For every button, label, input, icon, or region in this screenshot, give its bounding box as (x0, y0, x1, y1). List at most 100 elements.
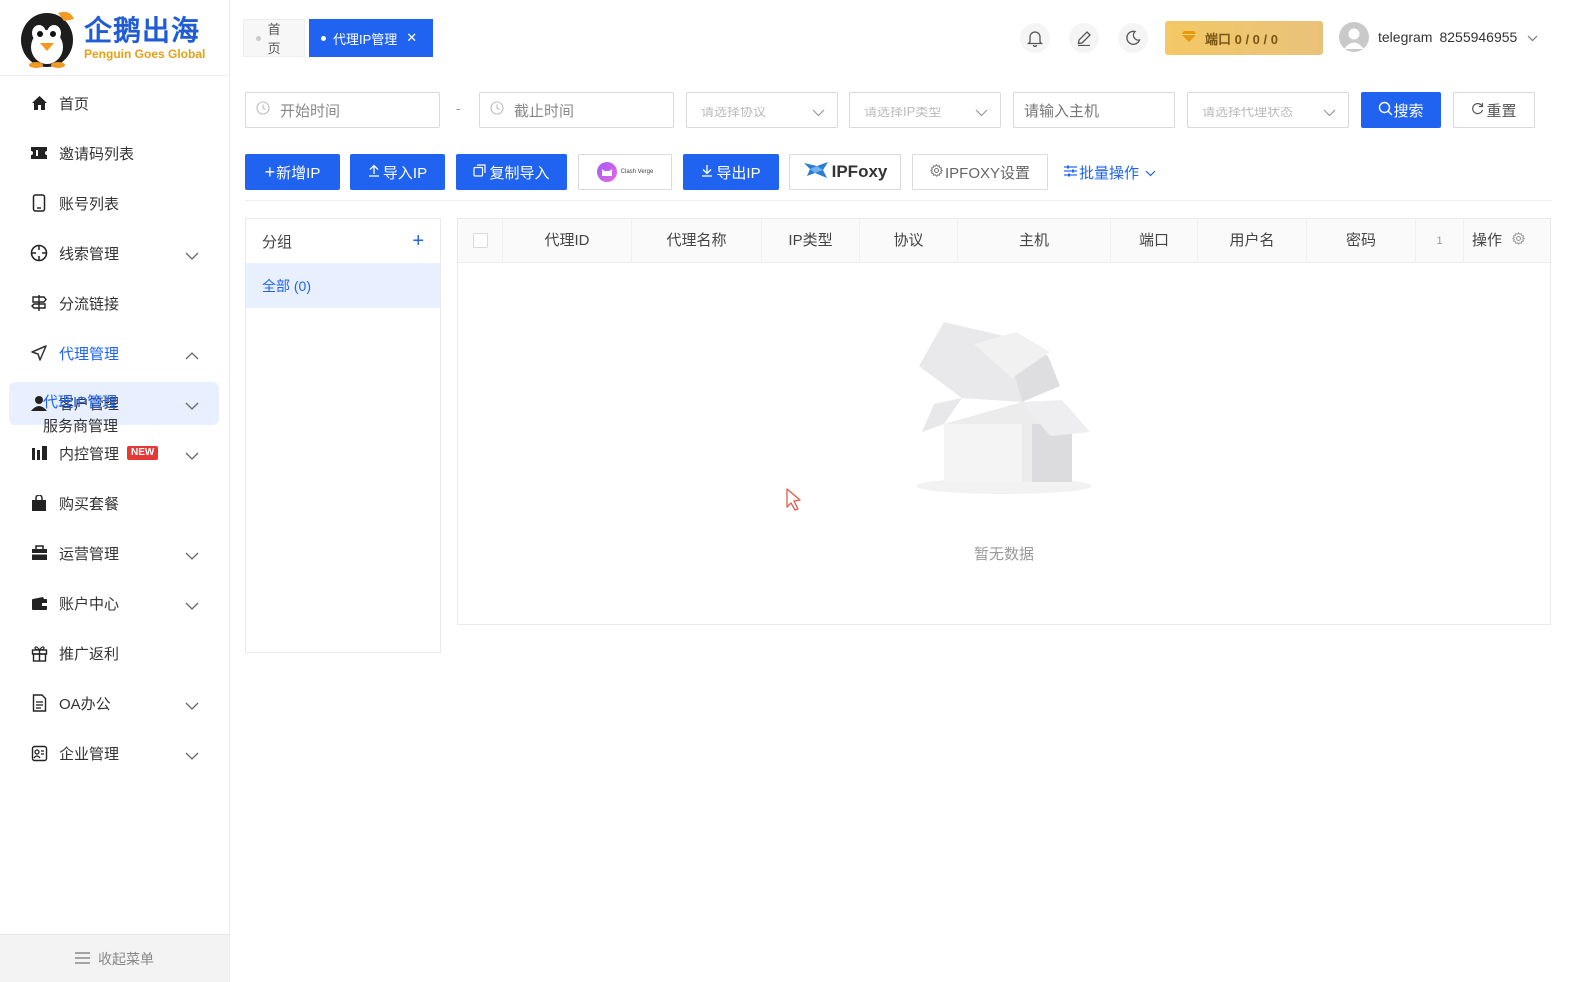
start-time-picker[interactable]: 开始时间 (245, 92, 440, 128)
sidebar-item-account-center[interactable]: 账户中心 (0, 578, 229, 628)
group-item-all[interactable]: 全部 (0) (246, 263, 440, 308)
sidebar-subitem-proxy-ip[interactable]: 代理IP管理 (43, 391, 117, 412)
sidebar-item-label: 运营管理 (59, 545, 120, 563)
sidebar-item-accounts[interactable]: 账号列表 (0, 178, 229, 228)
chevron-down-icon (185, 697, 199, 714)
sidebar-item-leads[interactable]: 线索管理 (0, 228, 229, 278)
bag-icon (30, 494, 48, 512)
penguin-logo-icon (18, 7, 78, 69)
batch-operations-label: 批量操作 (1078, 164, 1139, 182)
ip-type-select[interactable]: 请选择IP类型 (849, 92, 1001, 128)
chevron-down-icon (185, 547, 199, 564)
mouse-pointer-icon (783, 487, 807, 519)
collapse-menu-button[interactable]: 收起菜单 (0, 934, 229, 982)
sidebar-item-oa[interactable]: OA办公 (0, 678, 229, 728)
topbar: 首页 代理IP管理 ✕ 端口 0 / 0 / 0 telegram 825594… (230, 0, 1584, 76)
sidebar-item-referral[interactable]: 推广返利 (0, 628, 229, 678)
sidebar-item-enterprise[interactable]: 企业管理 (0, 728, 229, 778)
toolbar-divider (245, 200, 1552, 201)
column-header-password[interactable]: 密码 (1307, 218, 1416, 263)
tab-active-label: 代理IP管理 (333, 31, 398, 47)
sidebar-item-split-links[interactable]: 分流链接 (0, 278, 229, 328)
export-ip-button[interactable]: 导出IP (683, 154, 779, 190)
copy-import-label: 复制导入 (489, 164, 550, 182)
sidebar-item-label: 企业管理 (59, 745, 120, 763)
host-input[interactable]: 请输入主机 (1013, 92, 1175, 128)
sidebar-item-internal-control[interactable]: 服务商管理 内控管理 NEW (0, 418, 229, 478)
clash-verge-label: Clash Verge (620, 169, 654, 175)
ip-type-placeholder: 请选择IP类型 (864, 104, 942, 119)
column-settings-gear-icon[interactable] (1511, 231, 1526, 249)
column-header-protocol[interactable]: 协议 (860, 218, 958, 263)
end-time-picker[interactable]: 截止时间 (479, 92, 674, 128)
empty-box-icon (458, 314, 1550, 503)
close-icon[interactable]: ✕ (406, 30, 417, 46)
column-header-truncated[interactable]: 1 (1416, 218, 1464, 263)
add-ip-button[interactable]: + 新增IP (245, 154, 340, 190)
sidebar-item-label: 推广返利 (59, 645, 120, 663)
proxy-status-select[interactable]: 请选择代理状态 (1187, 92, 1349, 128)
ipfoxy-button[interactable]: IPFoxy (789, 154, 901, 190)
upload-icon (368, 164, 380, 181)
column-header-username[interactable]: 用户名 (1198, 218, 1307, 263)
notification-bell-icon[interactable] (1020, 23, 1050, 53)
sidebar-item-label: 账号列表 (59, 195, 120, 213)
sidebar-item-buy-plan[interactable]: 购买套餐 (0, 478, 229, 528)
sidebar: 企鹅出海 Penguin Goes Global 首页 邀请码列表 账号列表 线… (0, 0, 230, 982)
search-button[interactable]: 搜索 (1361, 92, 1441, 128)
brand-name: 企鹅出海 (84, 14, 201, 46)
sidebar-item-label: 首页 (59, 95, 90, 113)
tab-home[interactable]: 首页 (243, 19, 305, 57)
table-header: 代理ID 代理名称 IP类型 协议 主机 端口 用户名 密码 1 操作 (458, 218, 1550, 263)
gear-icon (929, 163, 944, 181)
import-ip-label: 导入IP (382, 164, 428, 182)
start-time-placeholder: 开始时间 (280, 102, 341, 120)
sidebar-item-operations[interactable]: 运营管理 (0, 528, 229, 578)
dark-mode-moon-icon[interactable] (1118, 23, 1148, 53)
select-all-cell (458, 218, 503, 263)
column-header-host[interactable]: 主机 (958, 218, 1111, 263)
user-menu[interactable]: telegram 8255946955 (1339, 22, 1538, 52)
tab-proxy-ip-management[interactable]: 代理IP管理 ✕ (309, 19, 433, 57)
menu-lines-icon (75, 951, 90, 967)
new-badge: NEW (127, 446, 159, 460)
port-usage-badge[interactable]: 端口 0 / 0 / 0 (1165, 21, 1323, 55)
column-header-proxy-name[interactable]: 代理名称 (632, 218, 762, 263)
chevron-down-icon (185, 447, 199, 464)
chevron-down-icon (1145, 164, 1156, 181)
reset-button[interactable]: 重置 (1453, 92, 1535, 128)
batch-operations-dropdown[interactable]: 批量操作 (1060, 154, 1160, 190)
sidebar-item-home[interactable]: 首页 (0, 78, 229, 128)
import-ip-button[interactable]: 导入IP (350, 154, 445, 190)
gift-icon (30, 644, 48, 662)
reset-label: 重置 (1486, 102, 1517, 120)
sidebar-subitem-provider[interactable]: 服务商管理 (43, 415, 118, 436)
chevron-down-icon (185, 597, 199, 614)
copy-import-button[interactable]: 复制导入 (456, 154, 567, 190)
column-header-ip-type[interactable]: IP类型 (762, 218, 860, 263)
diamond-icon (1181, 30, 1197, 46)
user-name: telegram (1378, 29, 1433, 45)
column-header-port[interactable]: 端口 (1111, 218, 1198, 263)
chevron-down-icon (1323, 104, 1336, 121)
column-header-proxy-id[interactable]: 代理ID (503, 218, 632, 263)
sidebar-item-proxy-management[interactable]: 代理管理 (0, 328, 229, 378)
download-icon (701, 164, 713, 181)
brand-logo[interactable]: 企鹅出海 Penguin Goes Global (0, 0, 229, 76)
protocol-select[interactable]: 请选择协议 (686, 92, 838, 128)
sidebar-menu: 首页 邀请码列表 账号列表 线索管理 分流链接 代理管理 客户管理 代理IP管理… (0, 76, 229, 778)
sidebar-item-invite-codes[interactable]: 邀请码列表 (0, 128, 229, 178)
clash-verge-button[interactable]: Clash Verge (578, 154, 672, 190)
add-group-plus-icon[interactable]: + (412, 230, 424, 253)
select-all-checkbox[interactable] (472, 233, 488, 249)
collapse-menu-label: 收起菜单 (98, 950, 154, 967)
search-label: 搜索 (1393, 102, 1424, 120)
chevron-down-icon (975, 104, 988, 121)
send-icon (30, 344, 48, 362)
ipfoxy-settings-button[interactable]: IPFOXY设置 (912, 154, 1048, 190)
copy-icon (473, 163, 487, 181)
add-ip-label: 新增IP (276, 164, 321, 182)
plus-icon: + (264, 161, 276, 182)
edit-pen-icon[interactable] (1069, 23, 1099, 53)
protocol-placeholder: 请选择协议 (701, 104, 767, 119)
